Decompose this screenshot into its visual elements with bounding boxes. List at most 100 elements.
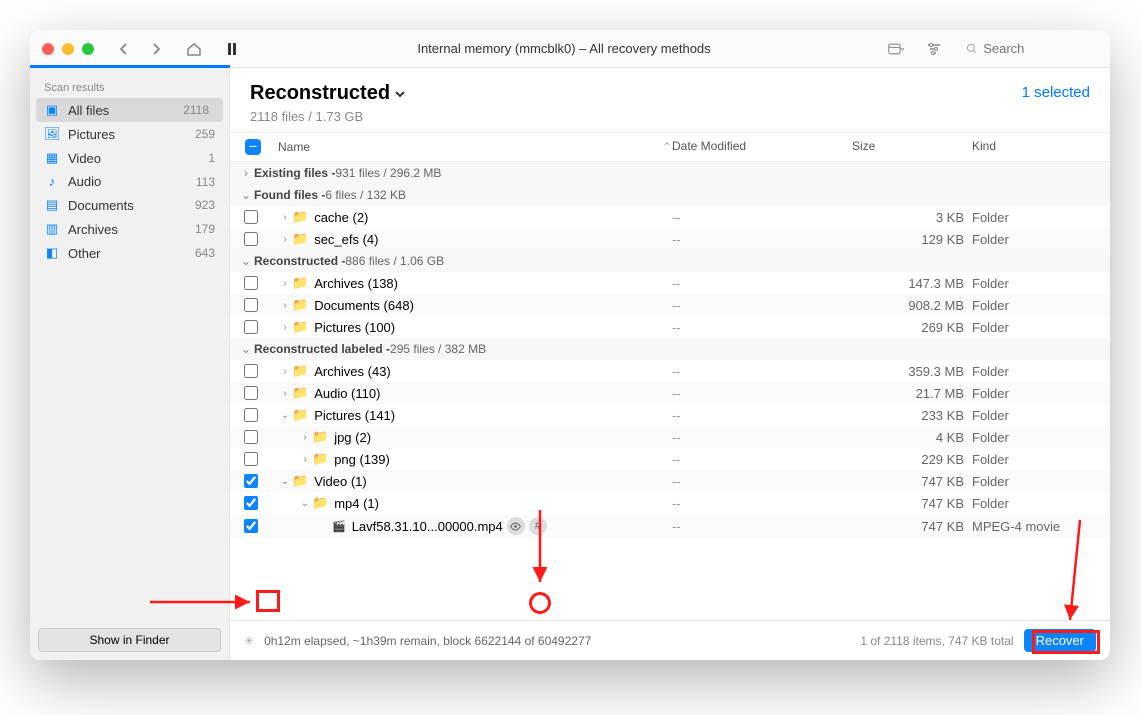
folder-icon: 📁: [312, 429, 328, 445]
folder-icon: 📁: [292, 275, 308, 291]
folder-icon: 📁: [292, 297, 308, 313]
chevron-down-icon[interactable]: ⌄: [298, 498, 312, 509]
row-checkbox[interactable]: [244, 519, 258, 533]
folder-icon: 📁: [292, 319, 308, 335]
sidebar-item-video[interactable]: ▦ Video 1: [30, 146, 229, 170]
row-checkbox[interactable]: [244, 364, 258, 378]
archives-icon: ▥: [44, 221, 60, 237]
sidebar-item-audio[interactable]: ♪ Audio 113: [30, 170, 229, 193]
sidebar-item-all-files[interactable]: ▣ All files 2118: [36, 98, 223, 122]
back-button[interactable]: [110, 37, 138, 61]
selection-summary: 1 of 2118 items, 747 KB total: [860, 634, 1013, 648]
column-headers: − Name⌃ Date Modified Size Kind: [230, 132, 1110, 162]
forward-button[interactable]: [142, 37, 170, 61]
chevron-right-icon[interactable]: ›: [278, 366, 292, 377]
sidebar-item-archives[interactable]: ▥ Archives 179: [30, 217, 229, 241]
pause-button[interactable]: [218, 37, 246, 61]
hex-view-button[interactable]: #: [529, 517, 547, 535]
table-row[interactable]: ›📁cache (2)--3 KBFolder: [230, 206, 1110, 228]
chevron-right-icon[interactable]: ›: [278, 322, 292, 333]
row-checkbox[interactable]: [244, 474, 258, 488]
search-icon: [966, 42, 977, 55]
filter-button[interactable]: [920, 37, 948, 61]
section-reconstructed[interactable]: ⌄Reconstructed - 886 files / 1.06 GB: [230, 250, 1110, 272]
audio-icon: ♪: [44, 174, 60, 189]
chevron-right-icon[interactable]: ›: [278, 300, 292, 311]
search-box[interactable]: [958, 38, 1098, 59]
table-row[interactable]: ›📁jpg (2)--4 KBFolder: [230, 426, 1110, 448]
video-file-icon: 🎬: [332, 520, 346, 533]
recover-button[interactable]: Recover: [1024, 629, 1096, 652]
section-found-files[interactable]: ⌄Found files - 6 files / 132 KB: [230, 184, 1110, 206]
chevron-right-icon[interactable]: ›: [278, 388, 292, 399]
chevron-right-icon: ›: [238, 166, 254, 180]
spinner-icon: ✳: [244, 634, 254, 648]
chevron-down-icon[interactable]: ⌄: [278, 476, 292, 487]
chevron-right-icon[interactable]: ›: [278, 212, 292, 223]
sidebar-header: Scan results: [30, 76, 229, 98]
search-input[interactable]: [983, 41, 1090, 56]
sidebar-item-documents[interactable]: ▤ Documents 923: [30, 193, 229, 217]
table-row[interactable]: ›📁sec_efs (4)--129 KBFolder: [230, 228, 1110, 250]
row-checkbox[interactable]: [244, 496, 258, 510]
folder-icon: 📁: [292, 363, 308, 379]
table-row[interactable]: ⌄📁mp4 (1)--747 KBFolder: [230, 492, 1110, 514]
preview-button[interactable]: [507, 517, 525, 535]
folder-icon: 📁: [312, 451, 328, 467]
chevron-down-icon: ⌄: [238, 188, 254, 202]
table-row[interactable]: ›📁Archives (43)--359.3 MBFolder: [230, 360, 1110, 382]
row-checkbox[interactable]: [244, 320, 258, 334]
table-row[interactable]: ›📁Archives (138)--147.3 MBFolder: [230, 272, 1110, 294]
video-icon: ▦: [44, 150, 60, 166]
section-existing-files[interactable]: ›Existing files - 931 files / 296.2 MB: [230, 162, 1110, 184]
chevron-down-icon: [394, 88, 406, 100]
chevron-down-icon: ⌄: [238, 254, 254, 268]
row-checkbox[interactable]: [244, 232, 258, 246]
maximize-window-icon[interactable]: [82, 43, 94, 55]
main-subheading: 2118 files / 1.73 GB: [250, 109, 406, 124]
chevron-right-icon[interactable]: ›: [278, 234, 292, 245]
folder-icon: 📁: [292, 231, 308, 247]
chevron-right-icon[interactable]: ›: [298, 432, 312, 443]
deselect-all-button[interactable]: −: [245, 139, 261, 155]
table-row[interactable]: ⌄📁Video (1)--747 KBFolder: [230, 470, 1110, 492]
chevron-right-icon[interactable]: ›: [298, 454, 312, 465]
row-checkbox[interactable]: [244, 386, 258, 400]
chevron-right-icon[interactable]: ›: [278, 278, 292, 289]
row-checkbox[interactable]: [244, 408, 258, 422]
documents-icon: ▤: [44, 197, 60, 213]
column-kind[interactable]: Kind: [972, 139, 1102, 155]
window-traffic-lights[interactable]: [42, 43, 94, 55]
table-row[interactable]: ⌄📁Pictures (141)--233 KBFolder: [230, 404, 1110, 426]
table-row[interactable]: ›📁Audio (110)--21.7 MBFolder: [230, 382, 1110, 404]
home-button[interactable]: [180, 37, 208, 61]
pictures-icon: 🖼: [44, 126, 60, 142]
sidebar-item-other[interactable]: ◧ Other 643: [30, 241, 229, 265]
show-in-finder-button[interactable]: Show in Finder: [38, 628, 221, 652]
column-name[interactable]: Name⌃: [268, 139, 672, 155]
row-checkbox[interactable]: [244, 430, 258, 444]
row-checkbox[interactable]: [244, 276, 258, 290]
row-checkbox[interactable]: [244, 210, 258, 224]
table-row[interactable]: ›📁Documents (648)--908.2 MBFolder: [230, 294, 1110, 316]
table-row[interactable]: ›📁Pictures (100)--269 KBFolder: [230, 316, 1110, 338]
sidebar-item-pictures[interactable]: 🖼 Pictures 259: [30, 122, 229, 146]
view-options-button[interactable]: [882, 37, 910, 61]
all-files-icon: ▣: [44, 102, 60, 118]
column-size[interactable]: Size: [852, 139, 972, 155]
table-row-selected-file[interactable]: 🎬Lavf58.31.10...00000.mp4#--747 KBMPEG-4…: [230, 514, 1110, 538]
section-reconstructed-labeled[interactable]: ⌄Reconstructed labeled - 295 files / 382…: [230, 338, 1110, 360]
other-icon: ◧: [44, 245, 60, 261]
window-title: Internal memory (mmcblk0) – All recovery…: [256, 41, 872, 56]
column-date[interactable]: Date Modified: [672, 139, 852, 155]
chevron-down-icon[interactable]: ⌄: [278, 410, 292, 421]
row-checkbox[interactable]: [244, 452, 258, 466]
folder-icon: 📁: [292, 209, 308, 225]
minimize-window-icon[interactable]: [62, 43, 74, 55]
row-checkbox[interactable]: [244, 298, 258, 312]
close-window-icon[interactable]: [42, 43, 54, 55]
table-row[interactable]: ›📁png (139)--229 KBFolder: [230, 448, 1110, 470]
main-heading[interactable]: Reconstructed: [250, 82, 406, 105]
folder-icon: 📁: [312, 495, 328, 511]
folder-icon: 📁: [292, 385, 308, 401]
